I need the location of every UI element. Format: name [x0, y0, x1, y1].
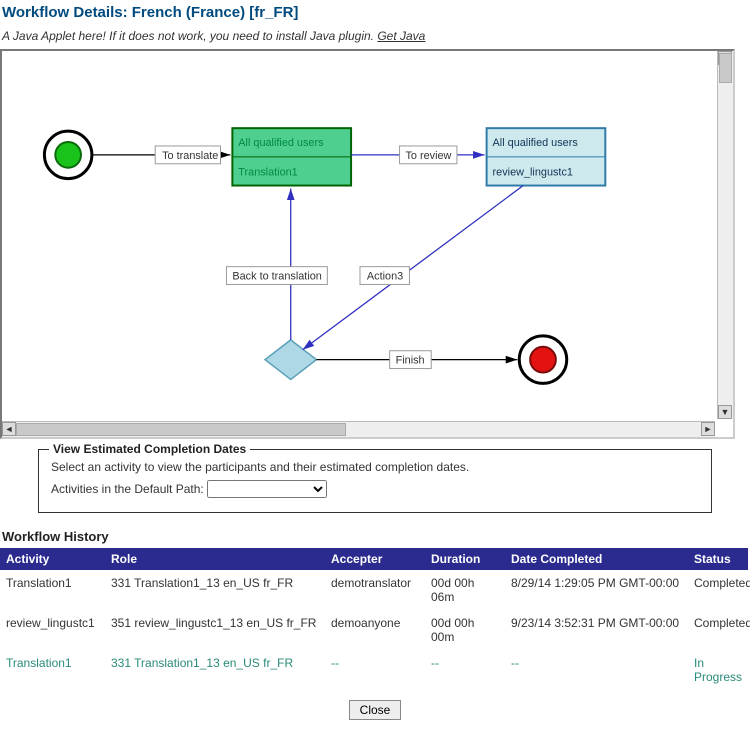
col-duration: Duration [425, 548, 505, 570]
translation-node[interactable]: All qualified users Translation1 [232, 128, 351, 185]
workflow-history-title: Workflow History [0, 527, 750, 548]
estimated-legend: View Estimated Completion Dates [49, 442, 250, 456]
col-role: Role [105, 548, 325, 570]
cell-duration: 00d 00h 06m [425, 570, 505, 610]
cell-activity: review_lingustc1 [0, 610, 105, 650]
workflow-diagram: To translate All qualified users Transla… [0, 49, 735, 439]
table-row: Translation1 331 Translation1_13 en_US f… [0, 650, 748, 690]
cell-date-completed: 8/29/14 1:29:05 PM GMT-00:00 [505, 570, 688, 610]
svg-text:Finish: Finish [396, 355, 425, 367]
svg-text:To translate: To translate [162, 150, 218, 162]
svg-text:Translation1: Translation1 [238, 167, 297, 179]
edge-label-action3: Action3 [360, 267, 409, 285]
svg-text:review_lingustc1: review_lingustc1 [493, 167, 573, 179]
diagram-svg: To translate All qualified users Transla… [2, 51, 715, 419]
cell-activity: Translation1 [0, 650, 105, 690]
col-accepter: Accepter [325, 548, 425, 570]
cell-activity: Translation1 [0, 570, 105, 610]
start-node[interactable] [44, 131, 91, 178]
cell-accepter: -- [325, 650, 425, 690]
estimated-instruction: Select an activity to view the participa… [51, 460, 699, 474]
table-row: Translation1 331 Translation1_13 en_US f… [0, 570, 748, 610]
history-header-row: Activity Role Accepter Duration Date Com… [0, 548, 748, 570]
cell-role: 351 review_lingustc1_13 en_US fr_FR [105, 610, 325, 650]
default-path-label: Activities in the Default Path: [51, 482, 204, 496]
diagram-horizontal-scrollbar[interactable]: ◄ ► [2, 421, 715, 437]
page-title: Workflow Details: French (France) [fr_FR… [0, 0, 750, 27]
workflow-history-table: Activity Role Accepter Duration Date Com… [0, 548, 748, 690]
close-button[interactable]: Close [349, 700, 402, 720]
cell-role: 331 Translation1_13 en_US fr_FR [105, 570, 325, 610]
col-date-completed: Date Completed [505, 548, 688, 570]
cell-date-completed: -- [505, 650, 688, 690]
cell-duration: -- [425, 650, 505, 690]
diagram-vertical-scrollbar[interactable]: ▲ ▼ [717, 51, 733, 419]
cell-status: Completed [688, 610, 748, 650]
edge-label-finish: Finish [390, 351, 432, 369]
cell-status: In Progress [688, 650, 748, 690]
svg-text:To review: To review [405, 150, 451, 162]
edge-label-to-review: To review [400, 146, 457, 164]
default-path-select[interactable] [207, 480, 327, 498]
cell-role: 331 Translation1_13 en_US fr_FR [105, 650, 325, 690]
cell-accepter: demoanyone [325, 610, 425, 650]
col-status: Status [688, 548, 748, 570]
applet-note-text: A Java Applet here! If it does not work,… [2, 29, 377, 43]
applet-note: A Java Applet here! If it does not work,… [0, 27, 750, 49]
edge-label-back-to-translation: Back to translation [226, 267, 327, 285]
cell-accepter: demotranslator [325, 570, 425, 610]
end-node[interactable] [519, 336, 566, 383]
review-node[interactable]: All qualified users review_lingustc1 [487, 128, 606, 185]
cell-status: Completed [688, 570, 748, 610]
edge-label-to-translate: To translate [155, 146, 220, 164]
col-activity: Activity [0, 548, 105, 570]
estimated-completion-fieldset: View Estimated Completion Dates Select a… [38, 449, 712, 513]
svg-text:Back to translation: Back to translation [232, 271, 321, 283]
get-java-link[interactable]: Get Java [377, 29, 425, 43]
svg-text:Action3: Action3 [367, 271, 403, 283]
cell-date-completed: 9/23/14 3:52:31 PM GMT-00:00 [505, 610, 688, 650]
svg-text:All qualified users: All qualified users [238, 137, 324, 149]
edge-action3 [303, 186, 524, 350]
table-row: review_lingustc1 351 review_lingustc1_13… [0, 610, 748, 650]
cell-duration: 00d 00h 00m [425, 610, 505, 650]
svg-text:All qualified users: All qualified users [493, 137, 579, 149]
